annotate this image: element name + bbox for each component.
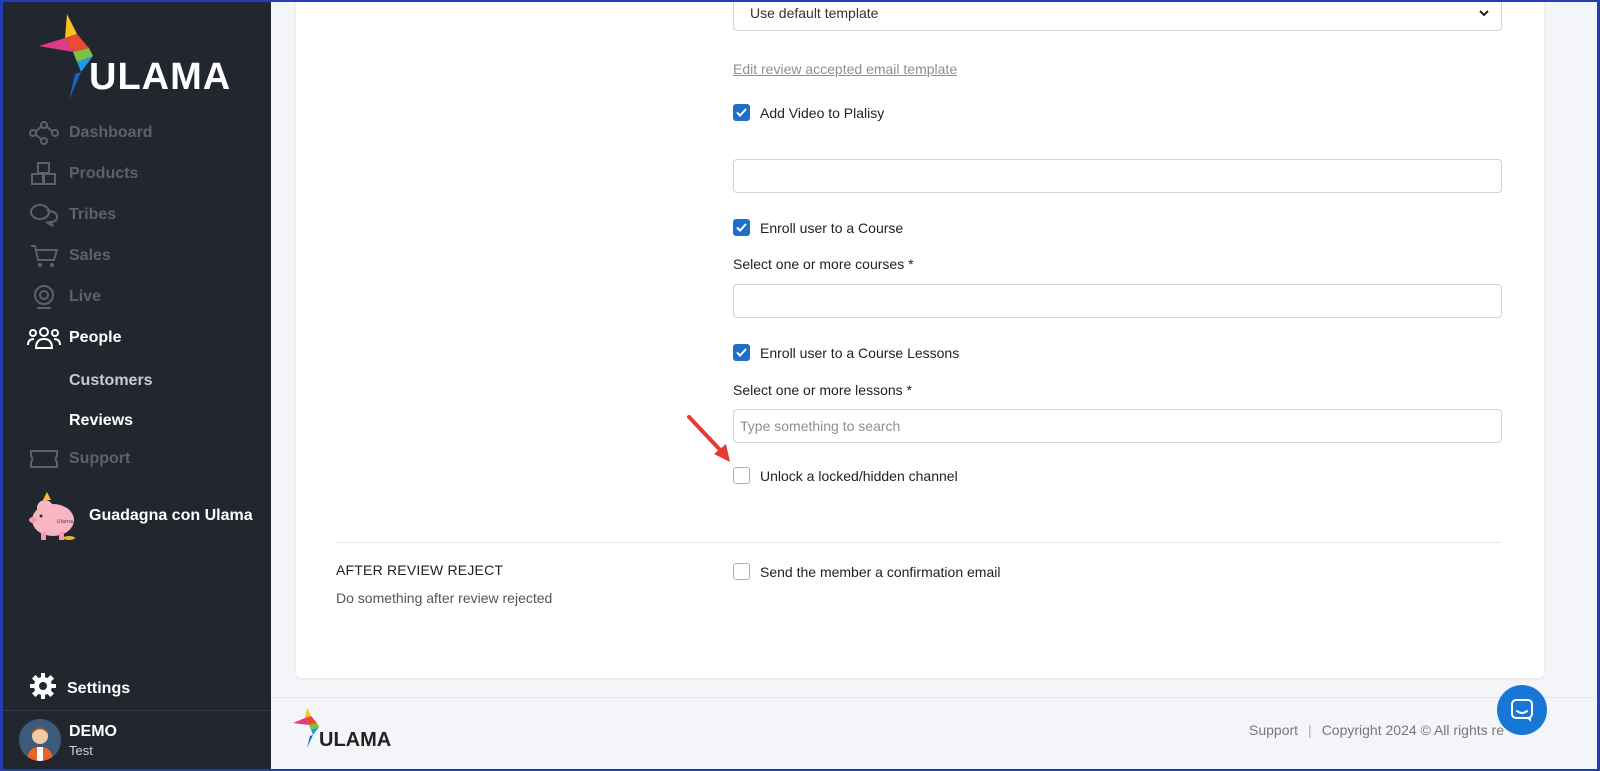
add-video-checkbox[interactable]	[733, 104, 750, 121]
sidebar-item-label: People	[69, 329, 122, 346]
sidebar-item-products[interactable]: Products	[27, 159, 138, 189]
user-name: DEMO	[69, 722, 117, 740]
chat-bubbles-icon	[27, 202, 61, 228]
brand-name: ULAMA	[89, 56, 232, 98]
sidebar-item-label: Support	[69, 450, 131, 467]
settings-label: Settings	[67, 679, 131, 697]
footer-support-link[interactable]: Support	[1249, 722, 1298, 738]
sidebar-item-label: Sales	[69, 247, 111, 264]
select-lessons-label: Select one or more lessons *	[733, 382, 912, 398]
footer-copyright: Copyright 2024 © All rights re	[1321, 722, 1504, 738]
user-role: Test	[69, 742, 93, 758]
enroll-course-checkbox-row[interactable]: Enroll user to a Course	[733, 219, 903, 236]
chat-launcher-button[interactable]	[1497, 685, 1547, 735]
footer: ULAMA Support | Copyright 2024 © All right…	[271, 697, 1597, 769]
footer-brand-name: ULAMA	[319, 729, 391, 750]
footer-links: Support | Copyright 2024 © All rights re	[1249, 722, 1504, 738]
reject-section-title: AFTER REVIEW REJECT	[336, 562, 504, 578]
reject-section-desc: Do something after review rejected	[336, 590, 553, 606]
sidebar-item-people[interactable]: People	[27, 323, 121, 353]
webcam-icon	[27, 284, 61, 310]
app-frame: ULAMA Dashboard Products Tribes Sales Li…	[3, 2, 1597, 769]
enroll-course-checkbox[interactable]	[733, 219, 750, 236]
unlock-channel-checkbox-row[interactable]: Unlock a locked/hidden channel	[733, 467, 958, 484]
section-divider	[336, 542, 1502, 543]
check-icon	[736, 348, 747, 357]
lessons-search-input[interactable]	[733, 409, 1502, 443]
courses-input[interactable]	[733, 284, 1502, 318]
sidebar-item-dashboard[interactable]: Dashboard	[27, 118, 153, 148]
sidebar-subitem-customers[interactable]: Customers	[69, 372, 153, 390]
enroll-course-label: Enroll user to a Course	[760, 219, 904, 236]
edit-template-link[interactable]: Edit review accepted email template	[733, 61, 957, 77]
piggy-text: Ulama	[57, 519, 73, 525]
sidebar-item-label: Live	[69, 288, 102, 305]
sidebar-item-support[interactable]: Support	[27, 444, 130, 474]
add-video-label: Add Video to Plalisy	[760, 104, 885, 121]
unlock-channel-checkbox[interactable]	[733, 467, 750, 484]
chat-icon	[1511, 699, 1533, 722]
sidebar-item-label: Products	[69, 165, 139, 182]
network-icon	[27, 120, 61, 146]
footer-logo[interactable]: ULAMA	[293, 706, 393, 755]
sidebar-item-tribes[interactable]: Tribes	[27, 200, 116, 230]
enroll-lessons-label: Enroll user to a Course Lessons	[760, 344, 960, 361]
sidebar: ULAMA Dashboard Products Tribes Sales Li…	[3, 2, 271, 769]
settings-button[interactable]: Settings	[29, 672, 130, 705]
sidebar-subitem-reviews[interactable]: Reviews	[69, 412, 133, 430]
people-icon	[27, 325, 61, 351]
unlock-channel-label: Unlock a locked/hidden channel	[760, 467, 958, 484]
chevron-down-icon	[1479, 10, 1489, 17]
playlist-input[interactable]	[733, 159, 1502, 193]
cart-icon	[27, 243, 61, 269]
piggy-bank-icon: Ulama	[29, 492, 75, 540]
add-video-checkbox-row[interactable]: Add Video to Plalisy	[733, 104, 884, 121]
user-profile[interactable]: DEMO Test	[3, 710, 271, 769]
email-template-value: Use default template	[750, 4, 879, 21]
ticket-icon	[27, 446, 61, 472]
send-confirmation-checkbox[interactable]	[733, 563, 750, 580]
enroll-lessons-checkbox-row[interactable]: Enroll user to a Course Lessons	[733, 344, 959, 361]
review-settings-card: Use default template Edit review accepte…	[296, 2, 1544, 678]
check-icon	[736, 223, 747, 232]
earn-label: Guadagna con Ulama	[89, 507, 253, 524]
send-confirmation-checkbox-row[interactable]: Send the member a confirmation email	[733, 563, 1000, 580]
sidebar-item-label: Dashboard	[69, 124, 153, 141]
earn-with-ulama[interactable]: Ulama Guadagna con Ulama	[27, 490, 253, 542]
enroll-lessons-checkbox[interactable]	[733, 344, 750, 361]
gear-icon	[29, 672, 57, 705]
boxes-icon	[27, 161, 61, 187]
sidebar-item-sales[interactable]: Sales	[27, 241, 111, 271]
sidebar-item-label: Tribes	[69, 206, 117, 223]
email-template-select[interactable]: Use default template	[733, 2, 1502, 31]
check-icon	[736, 108, 747, 117]
annotation-arrow-icon	[687, 415, 730, 462]
brand-logo[interactable]: ULAMA	[37, 12, 247, 102]
sidebar-item-live[interactable]: Live	[27, 282, 101, 312]
bird-logo-icon: ULAMA	[293, 708, 391, 751]
footer-separator: |	[1308, 722, 1312, 738]
avatar	[19, 719, 61, 761]
select-courses-label: Select one or more courses *	[733, 256, 914, 272]
send-confirmation-label: Send the member a confirmation email	[760, 563, 1001, 580]
